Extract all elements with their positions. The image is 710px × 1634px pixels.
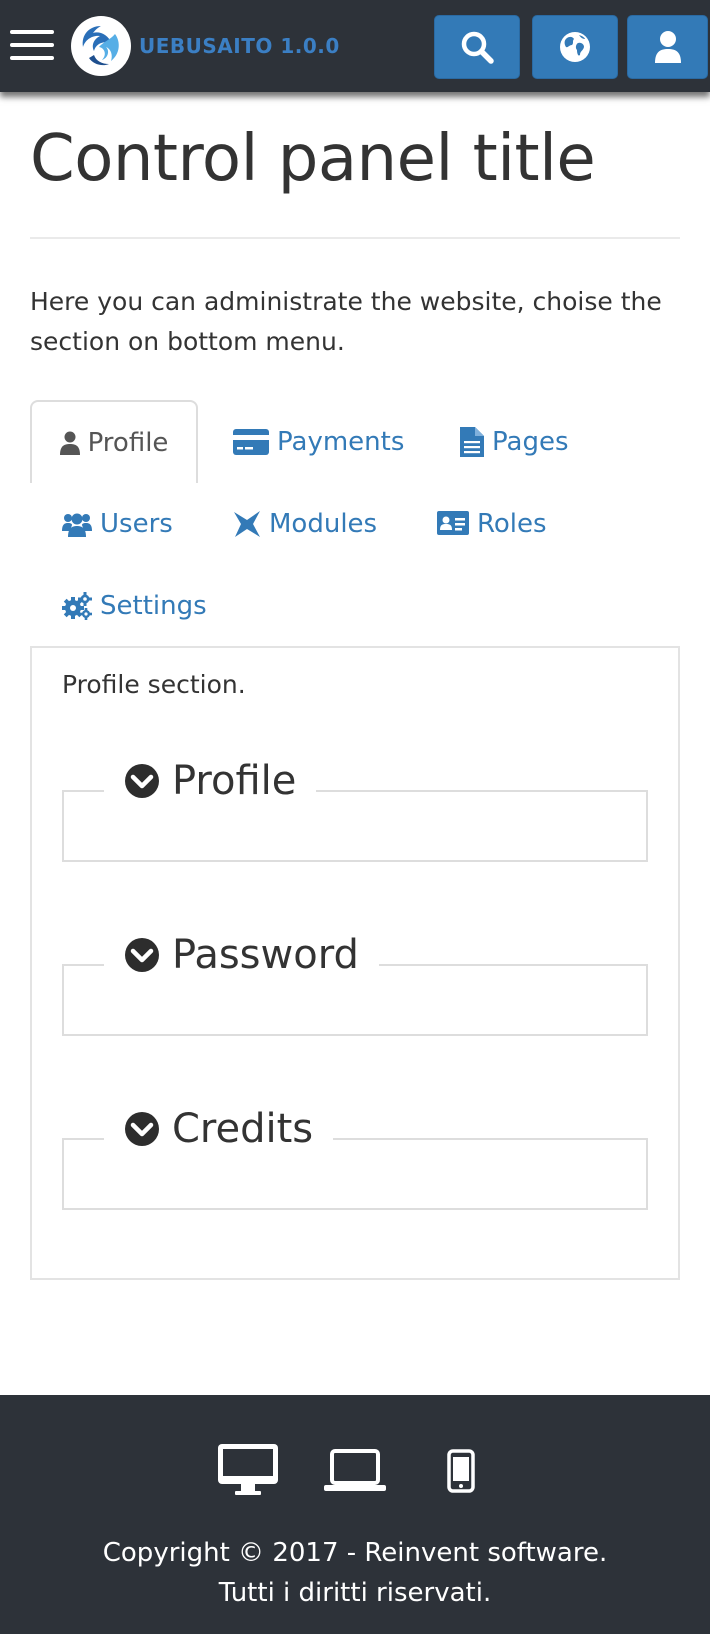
tab-content-panel: Profile section. Profile Password Credit… xyxy=(30,646,680,1280)
tab-label: Users xyxy=(100,509,173,539)
panel-description: Profile section. xyxy=(62,670,246,699)
tab-profile[interactable]: Profile xyxy=(30,400,198,483)
modules-icon xyxy=(234,511,260,537)
user-icon xyxy=(654,31,681,63)
tab-label: Payments xyxy=(277,427,405,457)
logo-swirl-icon xyxy=(76,21,126,71)
intro-text: Here you can administrate the website, c… xyxy=(30,287,662,356)
user-icon xyxy=(59,431,80,455)
file-icon xyxy=(460,427,484,457)
tab-label: Modules xyxy=(269,509,378,539)
tab-label: Profile xyxy=(87,427,169,458)
mobile-icon[interactable] xyxy=(447,1449,475,1493)
language-button[interactable] xyxy=(532,15,618,79)
profile-section-toggle[interactable]: Profile xyxy=(104,756,317,806)
users-icon xyxy=(62,513,92,537)
chevron-down-circle-icon xyxy=(125,764,159,798)
account-button[interactable] xyxy=(627,15,708,79)
rights-line: Tutti i diritti riservati. xyxy=(218,1578,492,1608)
page-title: Control panel title xyxy=(30,122,596,196)
tab-pages[interactable]: Pages xyxy=(460,402,569,482)
desktop-icon[interactable] xyxy=(217,1443,279,1497)
password-section-toggle[interactable]: Password xyxy=(104,930,379,980)
tab-settings[interactable]: Settings xyxy=(62,566,207,646)
credit-card-icon xyxy=(233,429,269,455)
device-icons xyxy=(0,1443,710,1503)
password-fieldset: Password xyxy=(62,930,648,1036)
tab-label: Roles xyxy=(477,509,547,539)
profile-fieldset: Profile xyxy=(62,756,648,862)
credits-fieldset: Credits xyxy=(62,1104,648,1210)
copyright-text: Copyright © 2017 - Reinvent software. Tu… xyxy=(0,1533,710,1613)
logo[interactable] xyxy=(71,16,131,76)
id-card-icon xyxy=(437,511,469,535)
laptop-icon[interactable] xyxy=(324,1449,386,1493)
globe-icon xyxy=(560,32,590,62)
tab-payments[interactable]: Payments xyxy=(233,402,404,482)
tab-label: Settings xyxy=(100,591,207,621)
credits-section-toggle[interactable]: Credits xyxy=(104,1104,334,1154)
chevron-down-circle-icon xyxy=(125,938,159,972)
cogs-icon xyxy=(62,592,92,620)
section-label: Profile xyxy=(172,758,297,804)
tab-modules[interactable]: Modules xyxy=(233,484,377,564)
brand-name[interactable]: UEBUSAITO 1.0.0 xyxy=(139,34,340,58)
chevron-down-circle-icon xyxy=(125,1112,159,1146)
tab-roles[interactable]: Roles xyxy=(437,484,547,564)
search-icon xyxy=(461,31,494,64)
top-navbar: UEBUSAITO 1.0.0 xyxy=(0,0,710,92)
section-label: Credits xyxy=(172,1106,314,1152)
menu-icon[interactable] xyxy=(10,30,54,60)
copyright-line: Copyright © 2017 - Reinvent software. xyxy=(102,1538,608,1568)
tab-users[interactable]: Users xyxy=(62,484,173,564)
search-button[interactable] xyxy=(434,15,520,79)
tab-label: Pages xyxy=(492,427,569,457)
footer: Copyright © 2017 - Reinvent software. Tu… xyxy=(0,1395,710,1634)
section-label: Password xyxy=(172,932,359,978)
divider xyxy=(30,237,680,239)
